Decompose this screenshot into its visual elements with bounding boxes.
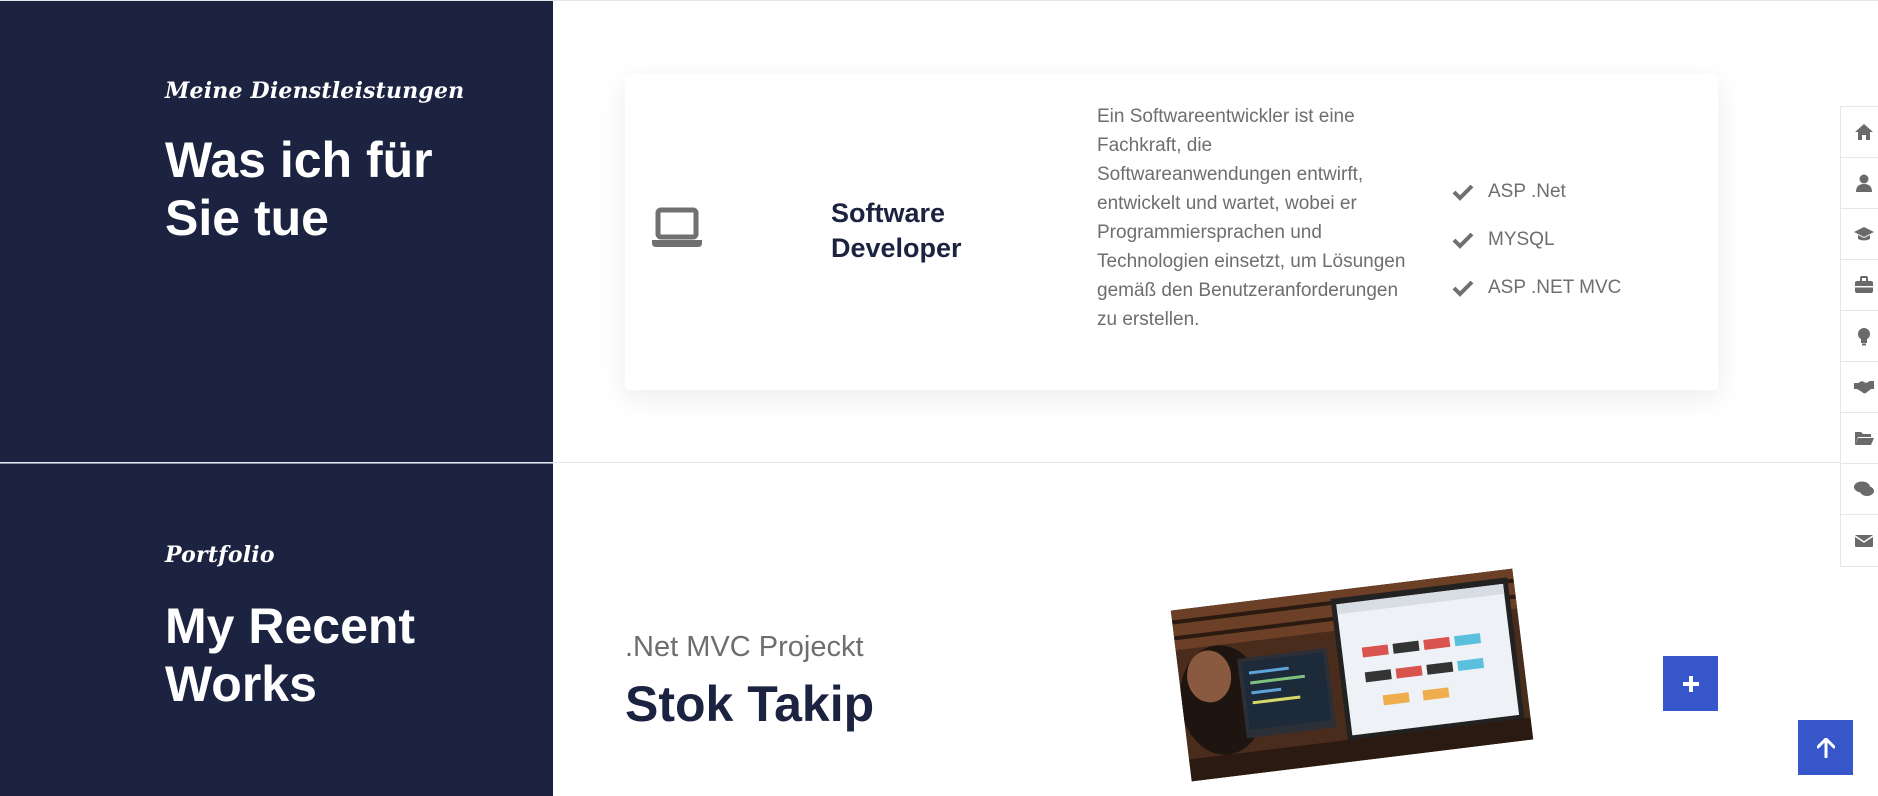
user-icon [1856, 174, 1872, 192]
portfolio-section: Portfolio My Recent Works .Net MVC Proje… [0, 462, 1878, 796]
portfolio-subtitle: Portfolio [165, 542, 275, 568]
service-title: Software Developer [831, 198, 962, 263]
scroll-to-top-button[interactable] [1798, 720, 1853, 775]
project-title[interactable]: Stok Takip [625, 675, 874, 733]
folder-open-icon [1855, 432, 1874, 445]
project-screenshot-image [1170, 568, 1534, 782]
arrow-up-icon [1816, 737, 1835, 758]
nav-about[interactable] [1841, 158, 1878, 209]
home-icon [1855, 124, 1873, 140]
service-card: Software Developer Ein Softwareentwickle… [625, 74, 1718, 390]
services-section: Meine Dienstleistungen Was ich für Sie t… [0, 0, 1878, 462]
briefcase-icon [1855, 276, 1873, 293]
nav-portfolio[interactable] [1841, 413, 1878, 464]
nav-testimonials[interactable] [1841, 464, 1878, 515]
portfolio-heading: My Recent Works [165, 598, 416, 712]
project-image[interactable] [1170, 568, 1534, 782]
feature-item: MYSQL [1452, 216, 1621, 264]
nav-education[interactable] [1841, 209, 1878, 260]
check-icon [1452, 280, 1474, 297]
feature-item: ASP .NET MVC [1452, 264, 1621, 312]
nav-clients[interactable] [1841, 362, 1878, 413]
feature-label: ASP .Net [1488, 181, 1566, 202]
envelope-icon [1854, 534, 1874, 547]
nav-home[interactable] [1841, 107, 1878, 158]
graduation-cap-icon [1854, 227, 1874, 241]
feature-label: MYSQL [1488, 229, 1555, 250]
feature-item: ASP .Net [1452, 168, 1621, 216]
check-icon [1452, 184, 1474, 201]
services-heading: Was ich für Sie tue [165, 132, 433, 246]
side-navigation [1840, 106, 1878, 567]
services-title-panel: Meine Dienstleistungen Was ich für Sie t… [0, 1, 553, 462]
feature-label: ASP .NET MVC [1488, 277, 1622, 298]
handshake-icon [1854, 381, 1874, 394]
project-details-button[interactable] [1663, 656, 1718, 711]
comments-icon [1854, 481, 1874, 496]
plus-icon [1682, 675, 1699, 692]
nav-contact[interactable] [1841, 515, 1878, 566]
lightbulb-icon [1858, 328, 1870, 346]
portfolio-title-panel: Portfolio My Recent Works [0, 463, 553, 796]
project-category: .Net MVC Projeckt [625, 631, 864, 663]
services-subtitle: Meine Dienstleistungen [165, 78, 465, 104]
service-feature-list: ASP .Net MYSQL ASP .NET MVC [1452, 168, 1621, 312]
nav-experience[interactable] [1841, 260, 1878, 311]
service-description: Ein Softwareentwickler ist eine Fachkraf… [1097, 106, 1406, 330]
nav-services[interactable] [1841, 311, 1878, 362]
laptop-icon [652, 207, 702, 247]
check-icon [1452, 232, 1474, 249]
